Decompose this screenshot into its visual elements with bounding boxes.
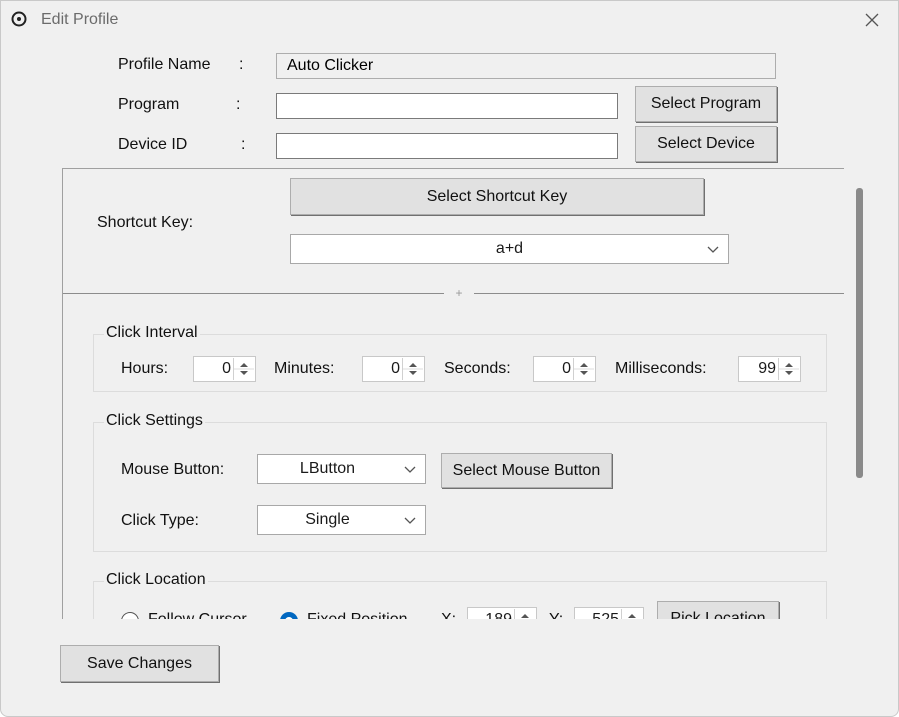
save-changes-button[interactable]: Save Changes [60,645,219,682]
y-coord-label: Y: [549,611,563,619]
x-coord-spinner[interactable]: 189 [467,607,537,619]
spin-arrows-icon [573,358,594,380]
hours-value: 0 [222,360,231,377]
spin-arrows-icon [402,358,423,380]
device-id-field[interactable] [276,133,618,159]
click-interval-title: Click Interval [104,324,200,342]
milliseconds-value: 99 [758,360,776,377]
milliseconds-spinner[interactable]: 99 [738,356,801,382]
fixed-position-label: Fixed Position [307,611,408,619]
seconds-label: Seconds: [444,360,511,377]
device-id-colon: : [241,136,246,153]
minutes-spinner[interactable]: 0 [362,356,425,382]
title-bar: Edit Profile [1,1,898,39]
close-icon [865,13,879,27]
shortcut-key-label: Shortcut Key: [97,214,194,231]
chevron-down-icon [404,466,416,473]
click-type-value: Single [305,511,350,528]
device-id-label: Device ID [118,136,188,153]
pick-location-button[interactable]: Pick Location [657,601,779,619]
x-coord-value: 189 [485,611,512,619]
seconds-spinner[interactable]: 0 [533,356,596,382]
app-icon [11,11,27,27]
spin-arrows-icon [778,358,799,380]
program-colon: : [236,96,241,113]
window-title: Edit Profile [41,11,119,28]
hours-spinner[interactable]: 0 [193,356,256,382]
y-coord-value: 525 [592,611,619,619]
click-location-title: Click Location [104,571,208,589]
seconds-value: 0 [562,360,571,377]
edit-profile-window: Edit Profile Profile Name : Program : Se… [0,0,899,717]
program-field[interactable] [276,93,618,119]
milliseconds-label: Milliseconds: [615,360,707,377]
y-coord-spinner[interactable]: 525 [574,607,644,619]
profile-name-field[interactable] [276,53,776,79]
shortcut-key-dropdown[interactable]: a+d [290,234,729,264]
select-shortcut-key-button[interactable]: Select Shortcut Key [290,178,704,215]
follow-cursor-label: Follow Cursor [148,611,247,619]
click-type-label: Click Type: [121,512,199,529]
click-settings-title: Click Settings [104,412,205,430]
panel-scrollbar-thumb[interactable] [856,188,863,478]
chevron-down-icon [707,246,719,253]
minutes-label: Minutes: [274,360,335,377]
profile-name-colon: : [239,56,244,73]
splitter-grip[interactable]: + [444,285,474,301]
select-device-button[interactable]: Select Device [635,126,777,162]
select-program-button[interactable]: Select Program [635,86,777,122]
spin-arrows-icon [514,609,529,619]
x-coord-label: X: [441,611,456,619]
mouse-button-dropdown[interactable]: LButton [257,454,426,484]
click-type-dropdown[interactable]: Single [257,505,426,535]
profile-name-label: Profile Name [118,56,211,73]
select-mouse-button-button[interactable]: Select Mouse Button [441,453,612,488]
program-label: Program [118,96,180,113]
minutes-value: 0 [391,360,400,377]
settings-panel[interactable]: Shortcut Key: Select Shortcut Key a+d + … [62,168,844,619]
spin-arrows-icon [621,609,636,619]
mouse-button-value: LButton [299,460,356,477]
spin-arrows-icon [233,358,254,380]
mouse-button-label: Mouse Button: [121,461,225,478]
chevron-down-icon [404,517,416,524]
close-button[interactable] [859,7,885,33]
hours-label: Hours: [121,360,169,377]
shortcut-key-value: a+d [495,240,524,257]
